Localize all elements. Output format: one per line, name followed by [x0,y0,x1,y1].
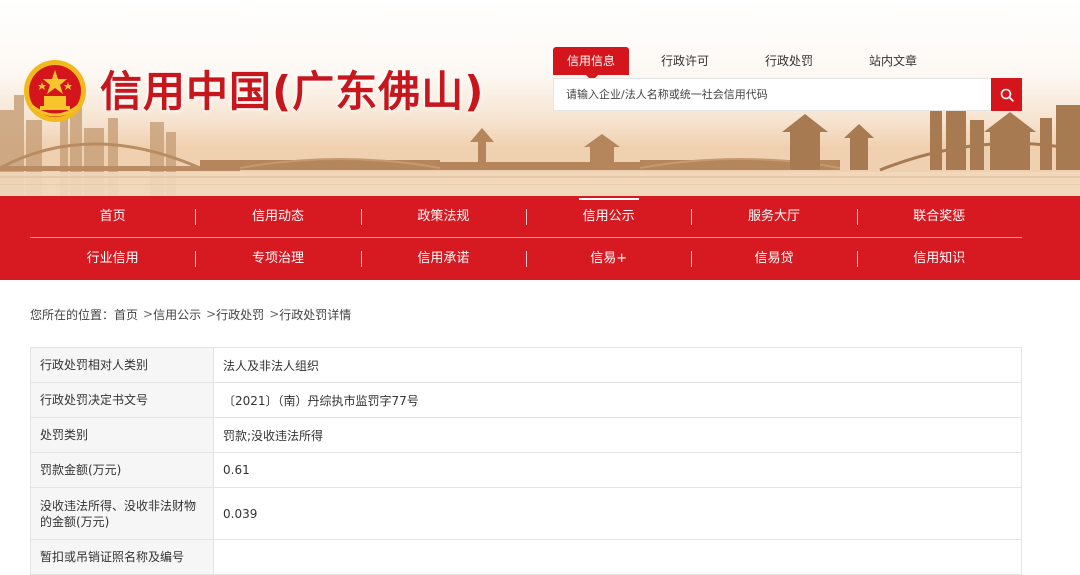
row-label: 罚款金额(万元) [30,452,214,488]
table-row: 行政处罚决定书文号 〔2021〕（南）丹综执市监罚字77号 [30,382,1022,418]
row-value: 罚款;没收违法所得 [213,417,1022,453]
breadcrumb: 您所在的位置： 首页 > 信用公示 > 行政处罚 > 行政处罚详情 [30,305,351,323]
row-label: 处罚类别 [30,417,214,453]
breadcrumb-separator: > [206,307,217,321]
breadcrumb-prefix: 您所在的位置： [30,307,115,322]
table-row: 暂扣或吊销证照名称及编号 [30,539,1022,575]
search-tab-site-articles[interactable]: 站内文章 [837,47,949,75]
nav-item-credit-knowledge[interactable]: 信用知识 [856,238,1022,280]
nav-row-primary: 首页 信用动态 政策法规 信用公示 服务大厅 联合奖惩 [30,196,1022,238]
nav-item-xinyi-plus[interactable]: 信易+ [525,238,691,280]
main-nav: 首页 信用动态 政策法规 信用公示 服务大厅 联合奖惩 行业信用 专项治理 信用… [0,196,1080,280]
nav-row-secondary: 行业信用 专项治理 信用承诺 信易+ 信易贷 信用知识 [30,238,1022,280]
row-label: 行政处罚相对人类别 [30,347,214,383]
nav-item-service-hall[interactable]: 服务大厅 [691,196,856,238]
breadcrumb-separator: > [269,307,280,321]
table-row: 行政处罚相对人类别 法人及非法人组织 [30,347,1022,383]
nav-item-joint-rewards[interactable]: 联合奖惩 [856,196,1022,238]
table-row: 没收违法所得、没收非法财物的金额(万元) 0.039 [30,487,1022,540]
row-label: 没收违法所得、没收非法财物的金额(万元) [30,487,214,540]
row-value: 〔2021〕（南）丹综执市监罚字77号 [213,382,1022,418]
nav-item-special-governance[interactable]: 专项治理 [195,238,360,280]
row-value: 0.61 [213,452,1022,488]
nav-item-industry-credit[interactable]: 行业信用 [30,238,195,280]
breadcrumb-separator: > [143,307,154,321]
table-row: 处罚类别 罚款;没收违法所得 [30,417,1022,453]
search-input[interactable] [554,79,992,110]
national-emblem-icon [22,58,88,124]
breadcrumb-home[interactable]: 首页 [114,306,138,323]
search-icon [1000,88,1014,102]
table-row: 罚款金额(万元) 0.61 [30,452,1022,488]
search-tab-admin-penalty[interactable]: 行政处罚 [741,47,837,75]
nav-item-home[interactable]: 首页 [30,196,195,238]
breadcrumb-current: 行政处罚详情 [279,307,352,322]
search-box [553,78,1022,111]
search-tab-admin-license[interactable]: 行政许可 [629,47,741,75]
nav-item-credit-disclosure[interactable]: 信用公示 [525,196,691,238]
breadcrumb-credit-disclosure[interactable]: 信用公示 [153,306,201,323]
nav-item-credit-news[interactable]: 信用动态 [195,196,360,238]
search-tabs: 信用信息 行政许可 行政处罚 站内文章 [553,47,949,81]
header-banner: 信用中国(广东佛山) 信用信息 行政许可 行政处罚 站内文章 [0,0,1080,196]
search-tab-credit-info[interactable]: 信用信息 [553,47,629,81]
nav-item-xinyi-loan[interactable]: 信易贷 [691,238,856,280]
search-button[interactable] [991,78,1022,111]
row-value: 0.039 [213,487,1022,540]
row-value: 法人及非法人组织 [213,347,1022,383]
nav-item-credit-commitment[interactable]: 信用承诺 [360,238,526,280]
breadcrumb-admin-penalty[interactable]: 行政处罚 [216,306,264,323]
row-label: 行政处罚决定书文号 [30,382,214,418]
nav-item-policy[interactable]: 政策法规 [360,196,526,238]
row-label: 暂扣或吊销证照名称及编号 [30,539,214,575]
row-value [213,539,1022,575]
penalty-detail-table: 行政处罚相对人类别 法人及非法人组织 行政处罚决定书文号 〔2021〕（南）丹综… [30,347,1022,575]
site-title: 信用中国(广东佛山) [100,67,485,116]
